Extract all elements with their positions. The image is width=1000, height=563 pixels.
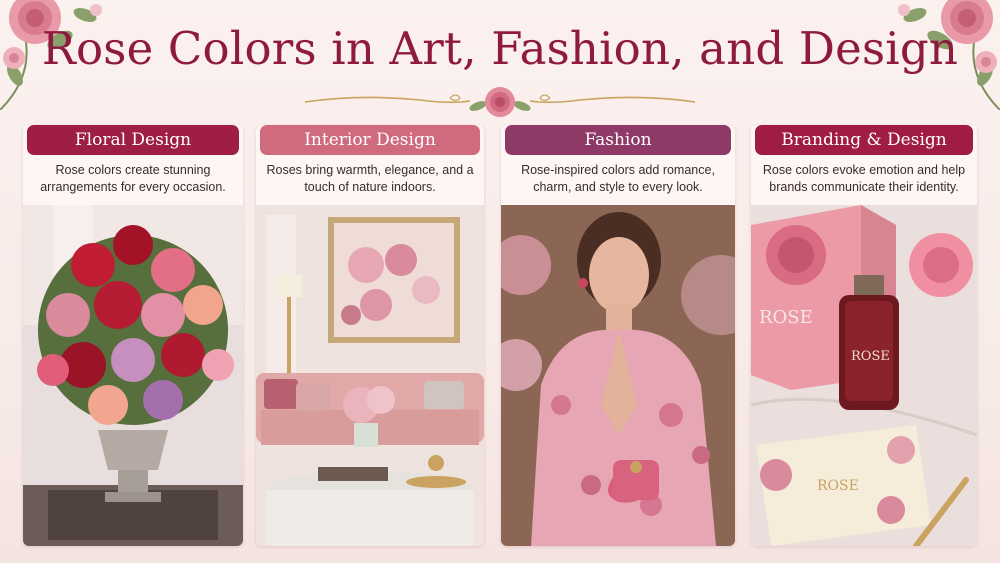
interior-design-card: Interior Design Roses bring warmth, eleg… xyxy=(256,125,484,546)
perfume-bottle-text: ROSE xyxy=(851,349,890,364)
card-heading: Branding & Design xyxy=(755,125,973,155)
card-description: Rose colors evoke emotion and help brand… xyxy=(762,163,966,194)
card-heading: Fashion xyxy=(505,125,731,155)
page-title: Rose Colors in Art, Fashion, and Design xyxy=(41,22,959,75)
rose-bouquet-vase-image xyxy=(23,205,243,546)
rose-perfume-branding-image: ROSE ROSE ROSE xyxy=(751,205,977,546)
rose-divider-icon xyxy=(304,87,696,117)
fashion-card: Fashion Rose-inspired colors add romance… xyxy=(501,125,735,546)
card-heading: Interior Design xyxy=(260,125,480,155)
floral-dress-model-image xyxy=(501,205,735,546)
card-description: Rose-inspired colors add romance, charm,… xyxy=(521,163,715,194)
floral-design-card: Floral Design Rose colors create stunnin… xyxy=(23,125,243,546)
branding-design-card: Branding & Design Rose colors evoke emot… xyxy=(751,125,977,546)
card-description: Rose colors create stunning arrangements… xyxy=(40,163,226,194)
business-card-text: ROSE xyxy=(817,478,859,494)
brand-box-text: ROSE xyxy=(759,307,813,328)
card-heading: Floral Design xyxy=(27,125,239,155)
pink-living-room-image xyxy=(256,205,484,546)
card-description: Roses bring warmth, elegance, and a touc… xyxy=(266,163,474,194)
